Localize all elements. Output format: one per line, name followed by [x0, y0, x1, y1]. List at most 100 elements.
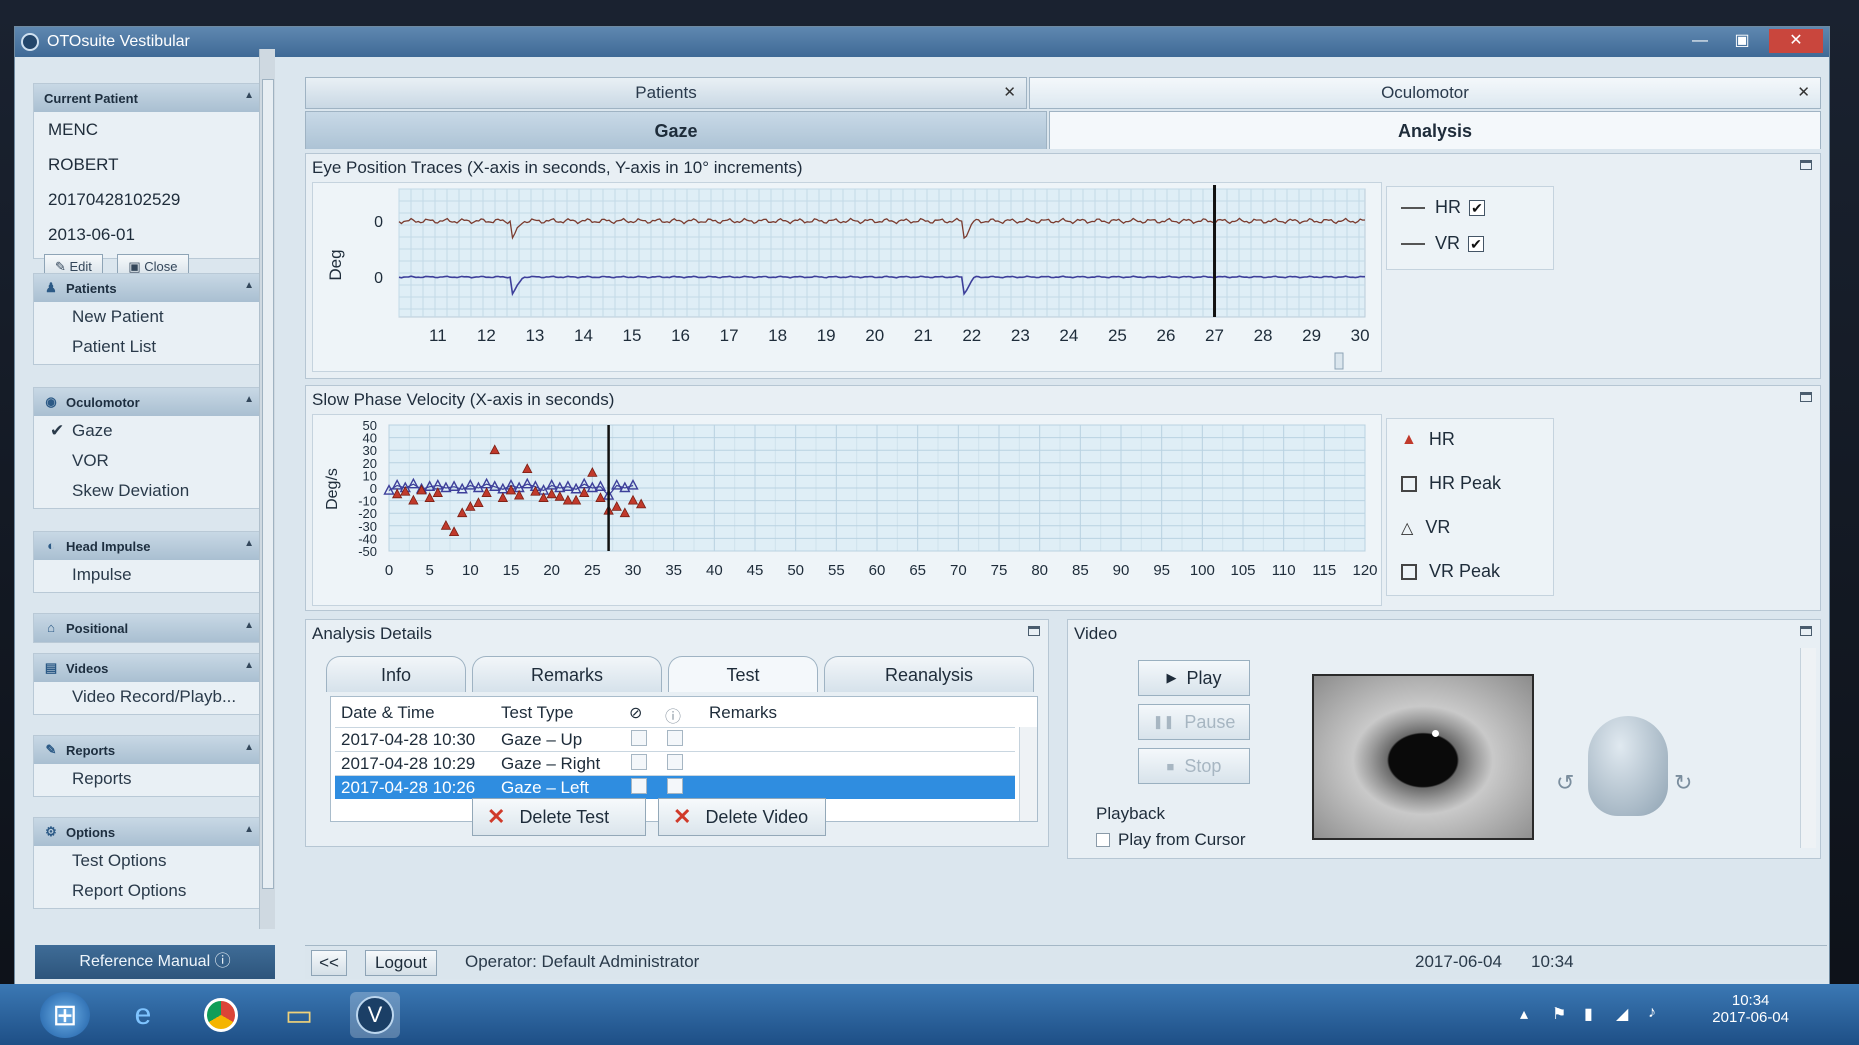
pause-button[interactable]: ❚❚ Pause [1138, 704, 1250, 740]
x-tick-label: 110 [1272, 562, 1296, 579]
collapse-icon[interactable]: ▲ [244, 394, 254, 405]
collapse-icon[interactable]: ▲ [244, 742, 254, 753]
sidebar-scrollbar[interactable] [259, 49, 275, 929]
column-remarks[interactable]: Remarks [709, 703, 777, 723]
tab-info[interactable]: Info [326, 656, 466, 692]
oculomotor-header[interactable]: ◉ Oculomotor ▲ [34, 388, 262, 416]
reference-manual-button[interactable]: Reference Manual ⓘ [35, 945, 275, 979]
flag-checkbox[interactable] [667, 778, 683, 794]
scrollbar-thumb[interactable] [262, 79, 274, 889]
volume-icon[interactable]: ♪ [1648, 1004, 1656, 1022]
minimize-panel-icon[interactable] [1800, 392, 1812, 402]
sidebar-item-reports[interactable]: Reports [34, 764, 262, 794]
taskbar-clock[interactable]: 10:34 2017-06-04 [1712, 992, 1789, 1026]
table-row[interactable]: 2017-04-28 10:30 Gaze – Up [335, 727, 1015, 751]
logout-button[interactable]: Logout [365, 950, 437, 976]
tab-patients[interactable]: Patients ✕ [305, 77, 1027, 109]
device-icon[interactable]: ▮ [1584, 1004, 1593, 1024]
patients-header[interactable]: ♟ Patients ▲ [34, 274, 262, 302]
collapse-icon[interactable]: ▲ [244, 824, 254, 835]
sidebar-item-patient-list[interactable]: Patient List [34, 332, 262, 362]
vr-trace-checkbox[interactable]: ✔ [1468, 235, 1485, 252]
current-patient-header[interactable]: Current Patient ▲ [34, 84, 262, 112]
collapse-icon[interactable]: ▲ [244, 660, 254, 671]
head-impulse-header[interactable]: ◐ Head Impulse ▲ [34, 532, 262, 560]
reports-header[interactable]: ✎ Reports ▲ [34, 736, 262, 764]
y-tick-label: 0 [374, 270, 383, 287]
tray-expand-icon[interactable]: ▴ [1520, 1004, 1528, 1024]
info-icon[interactable]: ⓘ [665, 703, 681, 727]
delete-video-button[interactable]: ✕ Delete Video [658, 798, 826, 836]
pencil-icon: ✎ [55, 259, 70, 274]
tab-analysis[interactable]: Analysis [1049, 111, 1821, 149]
flag-checkbox[interactable] [667, 730, 683, 746]
minimize-button[interactable]: — [1681, 29, 1719, 53]
delete-test-button[interactable]: ✕ Delete Test [472, 798, 646, 836]
sidebar-item-impulse[interactable]: Impulse [34, 560, 262, 590]
play-from-cursor-checkbox[interactable] [1096, 833, 1110, 847]
patient-id: 20170428102529 [48, 190, 181, 209]
table-row-selected[interactable]: 2017-04-28 10:26 Gaze – Left [335, 775, 1015, 799]
play-from-cursor-option[interactable]: Play from Cursor [1096, 830, 1246, 850]
back-button[interactable]: << [311, 950, 347, 976]
sidebar-item-new-patient[interactable]: New Patient [34, 302, 262, 332]
close-tab-icon[interactable]: ✕ [1003, 78, 1016, 108]
maximize-button[interactable]: ▣ [1723, 29, 1761, 53]
network-icon[interactable]: ◢ [1616, 1004, 1628, 1024]
spv-legend: ▲ HR HR Peak △ VR VR Peak [1386, 418, 1554, 596]
start-button-icon[interactable]: ⊞ [40, 992, 90, 1038]
options-header[interactable]: ⚙ Options ▲ [34, 818, 262, 846]
tab-oculomotor[interactable]: Oculomotor ✕ [1029, 77, 1821, 109]
file-explorer-icon[interactable]: ▭ [274, 992, 324, 1038]
play-icon: ▶ [1166, 670, 1177, 685]
sidebar-item-test-options[interactable]: Test Options [34, 846, 262, 876]
oculomotor-group: ◉ Oculomotor ▲ ✔ Gaze VOR Skew Deviation [33, 387, 263, 509]
hr-trace-checkbox[interactable]: ✔ [1469, 199, 1485, 216]
hide-checkbox[interactable] [631, 778, 647, 794]
tab-gaze[interactable]: Gaze [305, 111, 1047, 149]
sidebar-item-skew-deviation[interactable]: Skew Deviation [34, 476, 262, 506]
collapse-icon[interactable]: ▲ [244, 620, 254, 631]
x-tick-label: 120 [1352, 562, 1377, 579]
x-tick-label: 12 [477, 326, 496, 345]
spv-title: Slow Phase Velocity (X-axis in seconds) [312, 390, 615, 409]
close-window-button[interactable]: ✕ [1769, 29, 1823, 53]
minimize-panel-icon[interactable] [1800, 626, 1812, 636]
sidebar-item-gaze[interactable]: ✔ Gaze [34, 416, 262, 446]
video-panel: Video ▶ Play ❚❚ Pause ■ Stop Playback Play … [1067, 619, 1821, 859]
video-scrollbar[interactable] [1800, 648, 1816, 848]
chrome-icon[interactable] [196, 992, 246, 1038]
stop-button[interactable]: ■ Stop [1138, 748, 1250, 784]
y-axis-label: Deg/s [324, 468, 341, 510]
tab-remarks[interactable]: Remarks [472, 656, 662, 692]
otosuite-taskbar-icon[interactable]: V [350, 992, 400, 1038]
taskbar: ⊞ e ▭ V ▴ ⚑ ▮ ◢ ♪ 10:34 2017-06-04 [0, 984, 1859, 1045]
action-center-flag-icon[interactable]: ⚑ [1552, 1004, 1566, 1024]
internet-explorer-icon[interactable]: e [118, 992, 168, 1038]
hide-checkbox[interactable] [631, 730, 647, 746]
minimize-panel-icon[interactable] [1800, 160, 1812, 170]
sidebar-item-report-options[interactable]: Report Options [34, 876, 262, 906]
x-tick-label: 35 [665, 562, 682, 579]
x-tick-label: 65 [909, 562, 926, 579]
tab-test[interactable]: Test [668, 656, 818, 692]
positional-header[interactable]: ⌂ Positional ▲ [34, 614, 262, 642]
collapse-icon[interactable]: ▲ [244, 280, 254, 291]
close-tab-icon[interactable]: ✕ [1797, 78, 1810, 108]
sidebar-item-video-record[interactable]: Video Record/Playb... [34, 682, 262, 712]
column-test-type[interactable]: Test Type [501, 703, 573, 723]
column-date-time[interactable]: Date & Time [341, 703, 435, 723]
collapse-icon[interactable]: ▲ [244, 538, 254, 549]
videos-header[interactable]: ▤ Videos ▲ [34, 654, 262, 682]
hide-icon[interactable]: ⊘ [629, 703, 642, 723]
table-scrollbar[interactable] [1019, 727, 1037, 821]
hide-checkbox[interactable] [631, 754, 647, 770]
minimize-panel-icon[interactable] [1028, 626, 1040, 636]
flag-checkbox[interactable] [667, 754, 683, 770]
table-row[interactable]: 2017-04-28 10:29 Gaze – Right [335, 751, 1015, 775]
collapse-icon[interactable]: ▲ [244, 90, 254, 101]
play-button[interactable]: ▶ Play [1138, 660, 1250, 696]
eye-icon: ◉ [45, 394, 57, 409]
sidebar-item-vor[interactable]: VOR [34, 446, 262, 476]
tab-reanalysis[interactable]: Reanalysis [824, 656, 1034, 692]
